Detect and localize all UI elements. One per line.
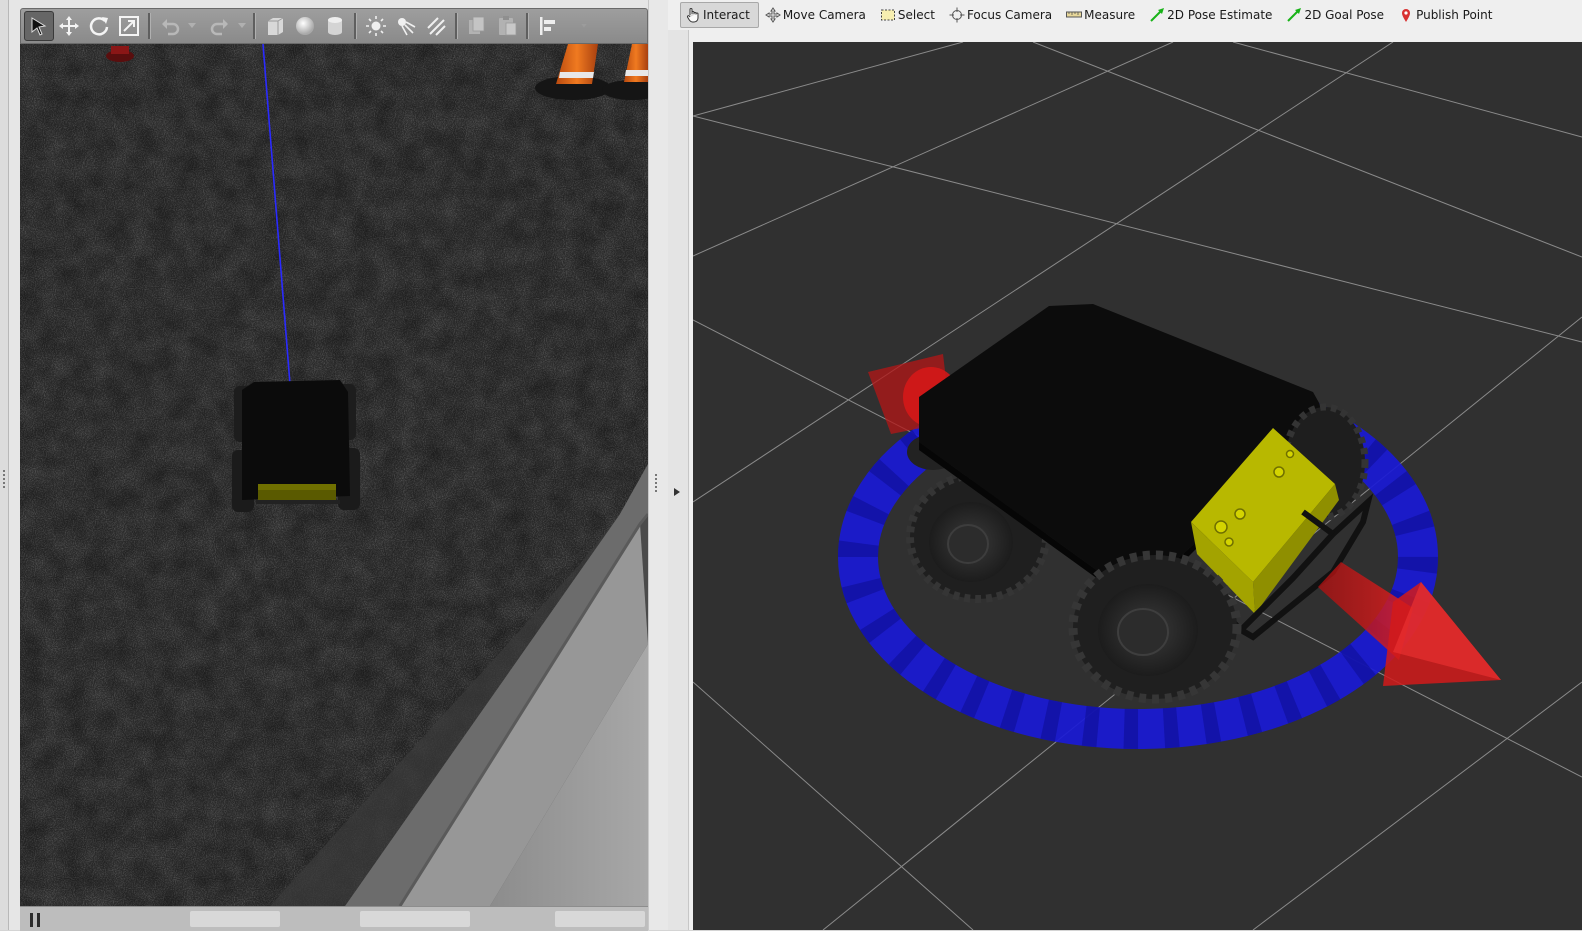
copy-button[interactable] (462, 11, 492, 41)
spot-light-icon (398, 18, 416, 36)
green-arrow-icon (1287, 8, 1302, 22)
tool-label: Interact (703, 8, 750, 22)
rviz-3d-view[interactable] (693, 42, 1582, 930)
sphere-shape-button[interactable] (290, 11, 320, 41)
wheel (1068, 550, 1242, 704)
chevron-down-icon (188, 23, 196, 28)
rviz-tool-bar: Interact Move Camera Select Focus Camera… (680, 0, 1582, 30)
tool-label: Focus Camera (966, 8, 1053, 22)
chevron-down-icon (238, 23, 246, 28)
toolbar-separator (455, 13, 458, 39)
robot-model (232, 380, 360, 512)
redo-icon (210, 19, 228, 36)
undo-icon (162, 19, 180, 36)
tool-move-camera[interactable]: Move Camera (761, 2, 874, 28)
select-box-icon (880, 9, 895, 21)
chevron-right-icon (674, 488, 680, 496)
undo-button[interactable] (155, 11, 185, 41)
box-icon (268, 17, 284, 35)
box-shape-button[interactable] (260, 11, 290, 41)
toolbar-separator (253, 13, 256, 39)
gazebo-scene[interactable] (20, 44, 648, 906)
ruler-icon (1066, 11, 1083, 18)
translate-mode-button[interactable] (54, 11, 84, 41)
gazebo-bottom-bar (20, 906, 648, 931)
move-arrows-icon (59, 16, 79, 36)
gazebo-window (0, 0, 669, 931)
tool-focus-camera[interactable]: Focus Camera (945, 2, 1060, 28)
status-field (190, 911, 280, 927)
redo-dropdown[interactable] (235, 11, 249, 41)
hand-pointer-icon (686, 8, 699, 23)
paste-icon (499, 16, 517, 36)
tool-label: Publish Point (1416, 8, 1493, 22)
tool-measure[interactable]: Measure (1062, 2, 1143, 28)
pause-icon[interactable] (30, 913, 40, 927)
green-arrow-icon (1150, 8, 1165, 22)
paste-button[interactable] (492, 11, 522, 41)
tool-2d-goal-pose[interactable]: 2D Goal Pose (1282, 2, 1392, 28)
align-dropdown[interactable] (577, 11, 591, 41)
redo-button[interactable] (205, 11, 235, 41)
arrow-cursor-icon (31, 17, 47, 36)
gazebo-3d-viewport[interactable] (20, 44, 648, 906)
directional-light-icon (427, 17, 446, 36)
splitter-grip[interactable] (655, 474, 657, 492)
tool-label: Select (897, 8, 935, 22)
point-light-button[interactable] (361, 11, 391, 41)
select-mode-button[interactable] (24, 11, 54, 41)
chevron-down-icon (581, 24, 587, 28)
tool-publish-point[interactable]: Publish Point (1394, 2, 1500, 28)
scale-icon (119, 16, 139, 36)
align-icon (540, 17, 555, 35)
sun-icon (366, 16, 386, 36)
collapse-panel-button[interactable] (668, 30, 689, 930)
undo-dropdown[interactable] (185, 11, 199, 41)
move-camera-icon (764, 7, 781, 23)
tool-label: Move Camera (782, 8, 866, 22)
red-pin-icon (1402, 9, 1411, 22)
rotate-mode-button[interactable] (84, 11, 114, 41)
gazebo-toolbar (20, 8, 648, 44)
tool-label: Measure (1084, 8, 1136, 22)
tool-interact[interactable]: Interact (680, 2, 759, 28)
window-splitter[interactable] (648, 0, 669, 930)
scale-mode-button[interactable] (114, 11, 144, 41)
align-button[interactable] (533, 11, 563, 41)
rviz-scene[interactable] (693, 42, 1582, 930)
rotate-icon (89, 17, 109, 36)
tool-2d-pose-estimate[interactable]: 2D Pose Estimate (1145, 2, 1280, 28)
directional-light-button[interactable] (421, 11, 451, 41)
cylinder-shape-button[interactable] (320, 11, 350, 41)
focus-crosshair-icon (949, 7, 965, 23)
gazebo-left-panel-edge[interactable] (0, 0, 9, 930)
status-field (360, 911, 470, 927)
cylinder-icon (328, 17, 342, 35)
sphere-icon (296, 17, 314, 35)
panel-grip[interactable] (3, 470, 5, 488)
copy-icon (469, 16, 485, 34)
tool-label: 2D Pose Estimate (1167, 8, 1273, 22)
tool-select[interactable]: Select (876, 2, 943, 28)
toolbar-separator (526, 13, 529, 39)
spot-light-button[interactable] (391, 11, 421, 41)
toolbar-separator (148, 13, 151, 39)
status-field (555, 911, 645, 927)
tool-label: 2D Goal Pose (1304, 8, 1385, 22)
rviz-window: Interact Move Camera Select Focus Camera… (668, 0, 1582, 930)
toolbar-separator (354, 13, 357, 39)
